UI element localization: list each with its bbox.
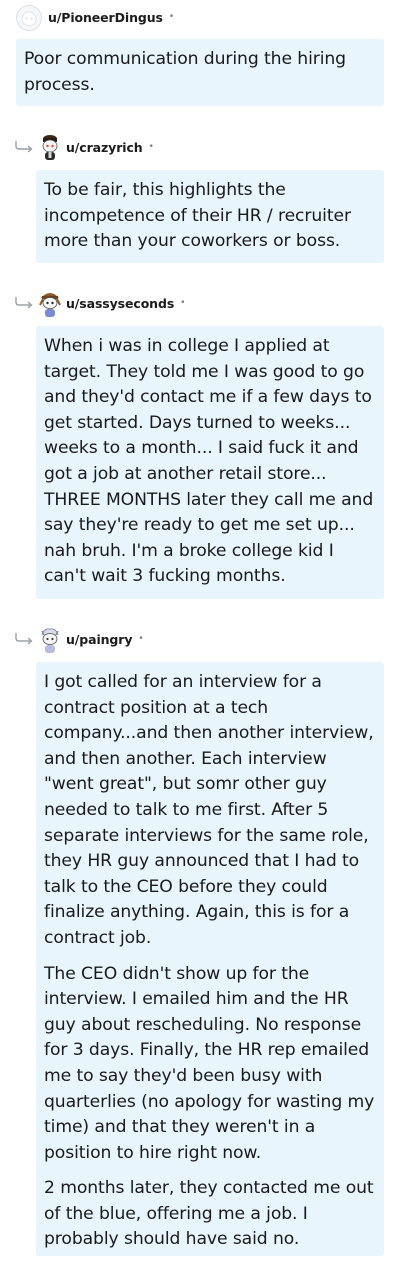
comment-paragraph: To be fair, this highlights the incompet…: [44, 180, 351, 252]
separator: •: [138, 634, 144, 644]
comment-body: I got called for an interview for a cont…: [36, 662, 384, 1256]
separator: •: [180, 298, 186, 308]
comment-body: When i was in college I applied at targe…: [36, 326, 384, 599]
comment-header: u/PioneerDingus •: [48, 6, 174, 28]
comment-header: u/paingry •: [66, 628, 144, 650]
comment-header: u/sassyseconds •: [66, 292, 185, 314]
comment-paragraph: Poor communication during the hiring pro…: [24, 49, 346, 95]
default-avatar-icon[interactable]: [16, 5, 42, 31]
comment-paragraph: The CEO didn't show up for the interview…: [44, 963, 375, 1163]
separator: •: [168, 12, 175, 22]
comment-header: u/crazyrich •: [66, 136, 154, 158]
snoo-avatar-icon[interactable]: [38, 134, 62, 162]
comment-body: To be fair, this highlights the incompet…: [36, 170, 384, 263]
comment-paragraph: I got called for an interview for a cont…: [44, 672, 374, 948]
comment-body: Poor communication during the hiring pro…: [16, 39, 384, 106]
username[interactable]: u/crazyrich: [66, 140, 143, 155]
comment-paragraph: When i was in college I applied at targe…: [44, 336, 374, 587]
reply-arrow-icon: [15, 141, 33, 153]
snoo-avatar-icon[interactable]: [38, 626, 62, 654]
username[interactable]: u/sassyseconds: [66, 296, 174, 311]
separator: •: [148, 142, 154, 152]
username[interactable]: u/PioneerDingus: [48, 10, 163, 25]
username[interactable]: u/paingry: [66, 632, 133, 647]
comment-paragraph: 2 months later, they contacted me out of…: [44, 1178, 374, 1250]
snoo-avatar-icon[interactable]: [38, 290, 62, 318]
reply-arrow-icon: [15, 297, 33, 309]
reply-arrow-icon: [15, 633, 33, 645]
